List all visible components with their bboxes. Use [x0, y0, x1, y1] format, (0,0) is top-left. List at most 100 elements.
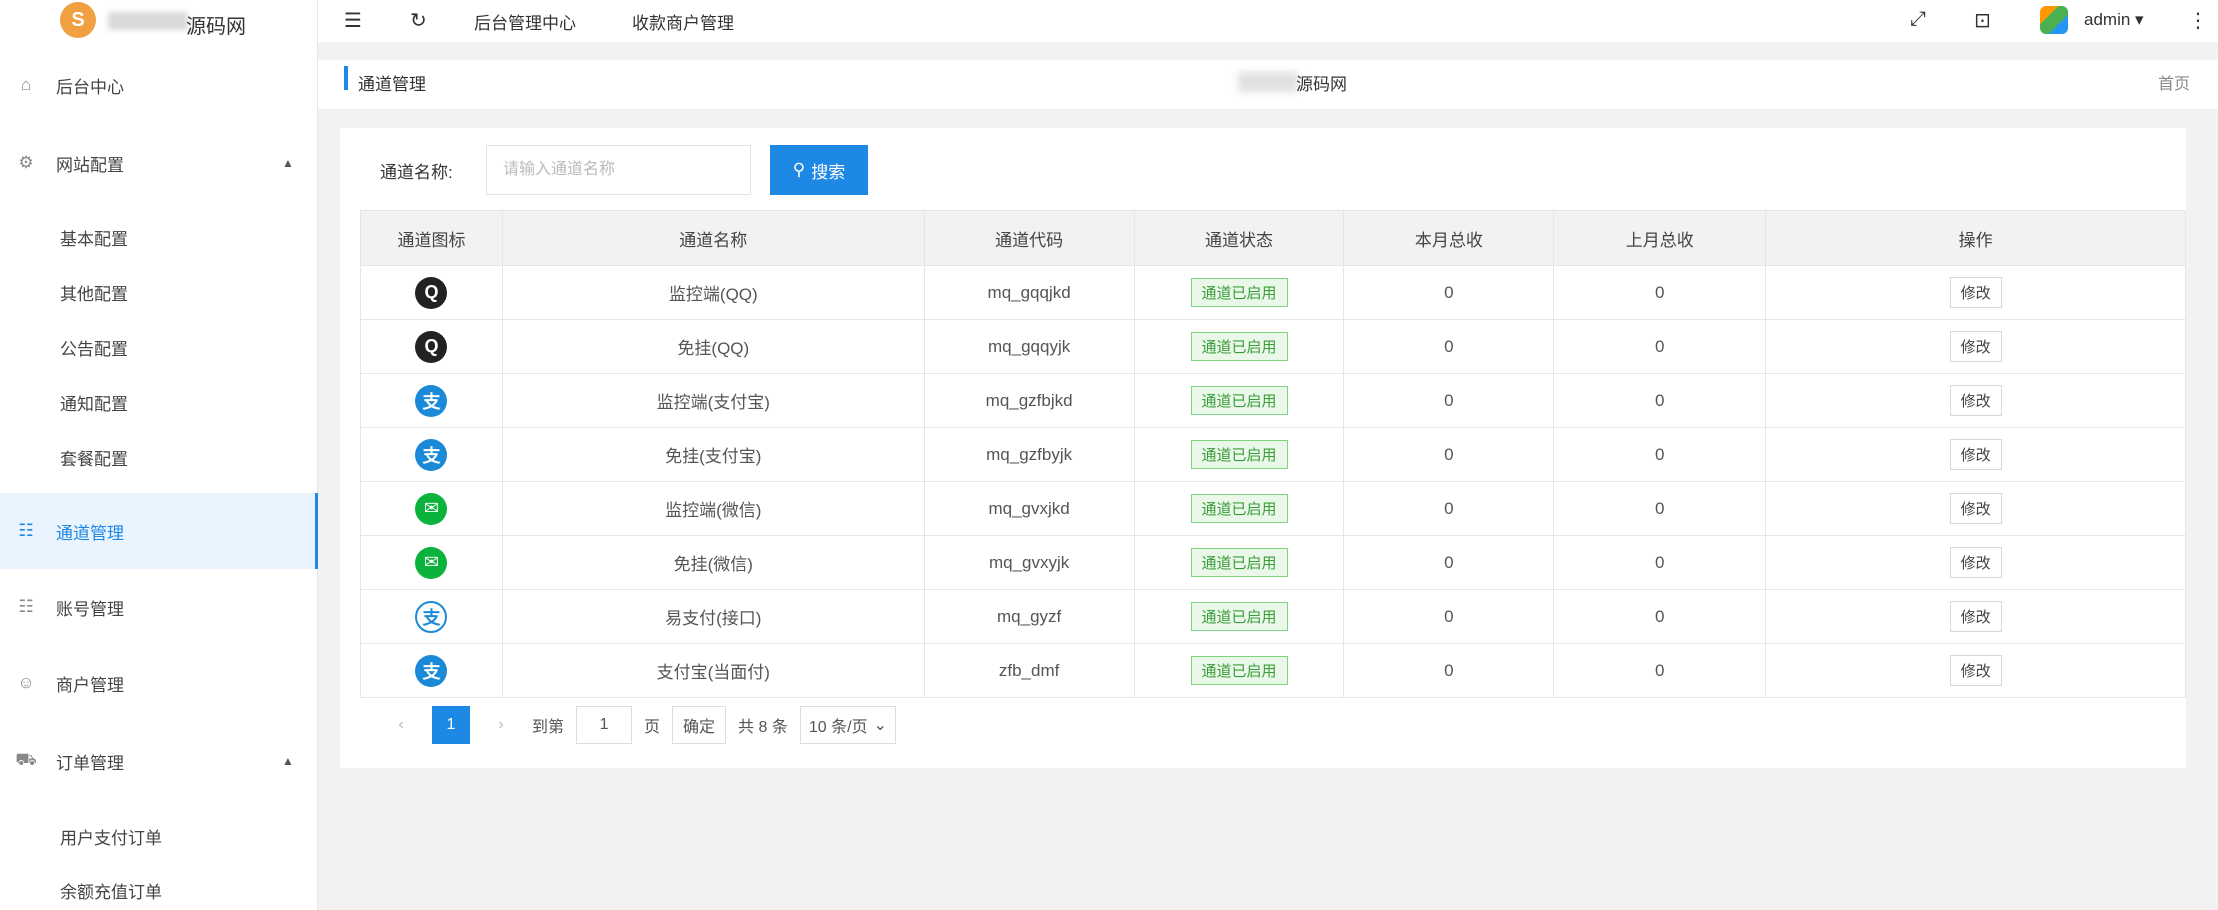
goto-page-input[interactable]: 1: [576, 706, 633, 744]
search-label: 通道名称:: [380, 163, 453, 182]
channel-code: mq_gyzf: [923, 589, 1135, 644]
channel-code: mq_gzfbyjk: [923, 427, 1135, 482]
refresh-icon[interactable]: ↻: [410, 8, 427, 33]
user-menu[interactable]: admin ▾: [2084, 10, 2144, 30]
brand-name: 源码网: [186, 16, 246, 38]
center-brand-text: 源码网: [1296, 75, 1347, 94]
sidebar-item-label: 账号管理: [56, 599, 124, 619]
table-row: 支 监控端(支付宝) mq_gzfbjkd 通道已启用 0 0 修改: [360, 373, 2186, 428]
sidebar-item-label: 通道管理: [56, 523, 124, 543]
sidebar-subitem-user-orders[interactable]: 用户支付订单: [60, 824, 162, 849]
last-month-total: 0: [1553, 589, 1767, 644]
table-row: Q 监控端(QQ) mq_gqqjkd 通道已启用 0 0 修改: [360, 265, 2186, 320]
avatar[interactable]: [2040, 6, 2068, 34]
last-month-total: 0: [1553, 373, 1767, 428]
home-icon: ⌂: [20, 75, 32, 94]
th-code: 通道代码: [923, 210, 1135, 266]
month-total: 0: [1343, 589, 1555, 644]
edit-button[interactable]: 修改: [1949, 493, 2002, 524]
month-total: 0: [1343, 265, 1555, 320]
chevron-up-icon: ▲: [282, 156, 294, 170]
sidebar-subitem-notify[interactable]: 通知配置: [60, 390, 128, 415]
sidebar-item-accounts[interactable]: ☷ 账号管理: [0, 592, 318, 622]
fullscreen-icon[interactable]: ⤢: [1910, 8, 1926, 31]
per-page-select[interactable]: 10 条/页 ⌄: [799, 706, 896, 744]
last-month-total: 0: [1553, 265, 1767, 320]
home-link[interactable]: 首页: [2158, 70, 2190, 94]
channel-code: mq_gvxyjk: [923, 535, 1135, 590]
wechat-icon: ✉: [415, 546, 448, 579]
th-name: 通道名称: [501, 210, 925, 266]
pagination: ‹ 1 › 到第 1 页 确定 共 8 条 10 条/页 ⌄: [360, 700, 896, 750]
last-month-total: 0: [1553, 319, 1767, 374]
edit-button[interactable]: 修改: [1949, 655, 2002, 686]
sidebar-subitem-basic[interactable]: 基本配置: [60, 225, 128, 250]
more-icon[interactable]: ⋮: [2188, 8, 2208, 33]
table-row: 支 支付宝(当面付) zfb_dmf 通道已启用 0 0 修改: [360, 643, 2186, 698]
last-month-total: 0: [1553, 481, 1767, 536]
status-cell: 通道已启用: [1133, 265, 1345, 320]
epay-icon: 支: [415, 600, 448, 633]
search-icon: ⚲: [792, 160, 806, 179]
action-cell: 修改: [1765, 265, 2186, 320]
channel-code: mq_gqqyjk: [923, 319, 1135, 374]
alipay-icon: 支: [415, 654, 448, 687]
channel-code: mq_gqqjkd: [923, 265, 1135, 320]
user-icon: ☺: [17, 673, 35, 692]
status-badge: 通道已启用: [1190, 440, 1288, 469]
menu-toggle-icon[interactable]: ☰: [344, 8, 362, 33]
cart-icon: ⛟: [15, 750, 37, 769]
status-badge: 通道已启用: [1190, 602, 1288, 631]
month-total: 0: [1343, 481, 1555, 536]
logo-icon: S: [60, 2, 96, 38]
sidebar-subitem-notice[interactable]: 公告配置: [60, 335, 128, 360]
next-page-icon[interactable]: ›: [482, 706, 520, 744]
status-badge: 通道已启用: [1190, 386, 1288, 415]
brand-logo[interactable]: S 源码网: [0, 0, 318, 42]
tab-channels[interactable]: 通道管理: [358, 70, 426, 95]
th-month: 本月总收: [1343, 210, 1555, 266]
sidebar-item-merchants[interactable]: ☺ 商户管理: [0, 668, 318, 698]
lock-icon[interactable]: ⊡: [1974, 8, 1991, 33]
prev-page-icon[interactable]: ‹: [382, 706, 420, 744]
nav-admin-center[interactable]: 后台管理中心: [474, 9, 576, 34]
status-cell: 通道已启用: [1133, 373, 1345, 428]
nav-merchant-manage[interactable]: 收款商户管理: [632, 9, 734, 34]
channel-icon-cell: 支: [360, 373, 503, 428]
tab-bar: 通道管理 源码网 首页: [318, 60, 2218, 110]
edit-button[interactable]: 修改: [1949, 385, 2002, 416]
action-cell: 修改: [1765, 481, 2186, 536]
edit-button[interactable]: 修改: [1949, 547, 2002, 578]
channel-icon-cell: Q: [360, 265, 503, 320]
page-current[interactable]: 1: [432, 706, 470, 744]
action-cell: 修改: [1765, 535, 2186, 590]
edit-button[interactable]: 修改: [1949, 277, 2002, 308]
sidebar-item-channels[interactable]: ☷ 通道管理: [0, 493, 318, 569]
goto-label: 到第: [532, 719, 565, 736]
sidebar-subitem-package[interactable]: 套餐配置: [60, 445, 128, 470]
table-row: ✉ 免挂(微信) mq_gvxyjk 通道已启用 0 0 修改: [360, 535, 2186, 590]
channel-name: 免挂(微信): [501, 535, 925, 590]
status-badge: 通道已启用: [1190, 332, 1288, 361]
edit-button[interactable]: 修改: [1949, 601, 2002, 632]
status-cell: 通道已启用: [1133, 481, 1345, 536]
sidebar-item-orders[interactable]: ⛟ 订单管理 ▲: [0, 746, 318, 776]
per-page-value: 10 条/页: [808, 719, 868, 736]
sidebar-subitem-other[interactable]: 其他配置: [60, 280, 128, 305]
search-button[interactable]: ⚲ 搜索: [770, 145, 868, 195]
channel-icon-cell: ✉: [360, 535, 503, 590]
channel-icon-cell: 支: [360, 589, 503, 644]
center-blur: [1238, 72, 1298, 92]
channel-name: 监控端(QQ): [501, 265, 925, 320]
sidebar-item-dashboard[interactable]: ⌂ 后台中心: [0, 70, 318, 100]
channel-name-input[interactable]: [486, 145, 751, 195]
sidebar-subitem-recharge-orders[interactable]: 余额充值订单: [60, 878, 162, 903]
status-badge: 通道已启用: [1190, 548, 1288, 577]
goto-confirm-button[interactable]: 确定: [672, 706, 727, 744]
edit-button[interactable]: 修改: [1949, 439, 2002, 470]
sidebar-item-site-config[interactable]: ⚙ 网站配置 ▲: [0, 148, 318, 178]
month-total: 0: [1343, 373, 1555, 428]
edit-button[interactable]: 修改: [1949, 331, 2002, 362]
action-cell: 修改: [1765, 373, 2186, 428]
channel-code: mq_gvxjkd: [923, 481, 1135, 536]
